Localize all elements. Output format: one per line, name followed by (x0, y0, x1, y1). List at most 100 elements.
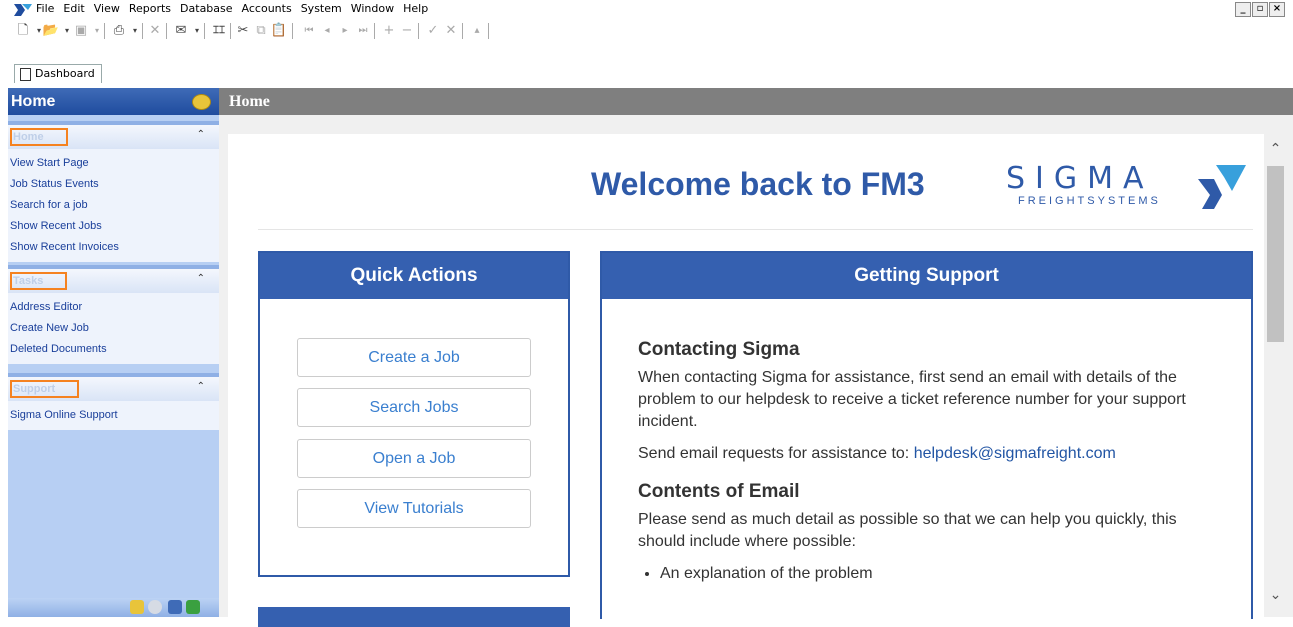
collapse-chevron-icon[interactable]: ⌃ (197, 381, 205, 392)
collapse-chevron-icon[interactable]: ⌃ (197, 129, 205, 140)
main-title: Home (229, 93, 270, 110)
restore-button[interactable]: ▫ (1252, 2, 1268, 17)
sidebar: Home ⌃ View Start Page Job Status Events… (8, 115, 219, 617)
remove-record-icon[interactable]: − (398, 23, 416, 39)
main-header: Home (219, 88, 1293, 115)
copy-icon[interactable]: ⧉ (252, 23, 270, 39)
panel-title: Quick Actions (260, 253, 568, 299)
sigma-chevron-icon (1198, 165, 1246, 209)
sidebar-section-support: Support ⌃ Sigma Online Support (8, 373, 219, 430)
first-record-icon[interactable]: ⏮ (300, 23, 318, 39)
tasks-icon[interactable] (148, 600, 162, 614)
section-title: Tasks (10, 272, 68, 290)
support-icon[interactable] (186, 600, 200, 614)
section-header[interactable]: Home ⌃ (8, 121, 219, 149)
send-email-prefix: Send email requests for assistance to: (638, 445, 914, 462)
toolbar-separator (374, 23, 375, 39)
support-content: Contacting Sigma When contacting Sigma f… (638, 339, 1218, 585)
section-header[interactable]: Support ⌃ (8, 373, 219, 401)
tab-label: Dashboard (35, 67, 95, 80)
section-body: View Start Page Job Status Events Search… (8, 149, 219, 262)
section-body: Sigma Online Support (8, 401, 219, 430)
getting-support-panel: Getting Support Contacting Sigma When co… (600, 251, 1253, 619)
sidebar-link-deleted-documents[interactable]: Deleted Documents (8, 339, 219, 360)
last-record-icon[interactable]: ⏭ (354, 23, 372, 39)
paste-icon[interactable]: 📋 (270, 23, 288, 39)
menu-database[interactable]: Database (180, 2, 233, 15)
toolbar-separator (462, 23, 463, 39)
section-body: Address Editor Create New Job Deleted Do… (8, 293, 219, 364)
menu-window[interactable]: Window (351, 2, 394, 15)
tab-dashboard[interactable]: Dashboard (14, 64, 102, 83)
search-jobs-button[interactable]: Search Jobs (297, 388, 531, 427)
start-page: Welcome back to FM3 SIGMA FREIGHTSYSTEMS… (228, 134, 1264, 627)
close-button[interactable]: × (1269, 2, 1285, 17)
sidebar-link-address-editor[interactable]: Address Editor (8, 297, 219, 318)
collapse-up-icon[interactable]: ▴ (468, 23, 486, 39)
menu-system[interactable]: System (301, 2, 342, 15)
scroll-down-icon[interactable]: ⌄ (1264, 580, 1287, 610)
list-item: An explanation of the problem (660, 563, 1218, 585)
sidebar-link-sigma-online-support[interactable]: Sigma Online Support (8, 405, 219, 426)
scroll-thumb[interactable] (1267, 166, 1284, 342)
cancel-icon[interactable]: ✕ (442, 23, 460, 39)
open-job-button[interactable]: Open a Job (297, 439, 531, 478)
second-panel-header (258, 607, 570, 627)
menu-reports[interactable]: Reports (129, 2, 171, 15)
contacting-text: When contacting Sigma for assistance, fi… (638, 369, 1186, 430)
menu-file[interactable]: File (36, 2, 54, 15)
document-icon (20, 68, 31, 81)
cut-icon[interactable]: ✂ (234, 23, 252, 39)
toolbar-separator (142, 23, 143, 39)
brand-name: SIGMA (1006, 161, 1154, 196)
sidebar-section-tasks: Tasks ⌃ Address Editor Create New Job De… (8, 265, 219, 364)
contents-list: An explanation of the problem (638, 563, 1218, 585)
delete-icon[interactable]: ✕ (146, 23, 164, 39)
toolbar-separator (204, 23, 205, 39)
contents-text: Please send as much detail as possible s… (638, 511, 1177, 550)
menu-help[interactable]: Help (403, 2, 428, 15)
previous-record-icon[interactable]: ◂ (318, 23, 336, 39)
menu-edit[interactable]: Edit (63, 2, 84, 15)
sidebar-link-recent-invoices[interactable]: Show Recent Invoices (8, 237, 219, 258)
reports-icon[interactable] (168, 600, 182, 614)
home-refresh-icon[interactable] (192, 94, 211, 110)
send-email-line: Send email requests for assistance to: h… (638, 443, 1218, 465)
quick-actions-panel: Quick Actions Create a Job Search Jobs O… (258, 251, 570, 577)
toolbar-separator (488, 23, 489, 39)
toolbar-separator (292, 23, 293, 39)
toolbar-separator (418, 23, 419, 39)
document-tabs: Dashboard (0, 42, 1293, 86)
section-header[interactable]: Tasks ⌃ (8, 265, 219, 293)
sidebar-link-search-job[interactable]: Search for a job (8, 195, 219, 216)
vertical-scrollbar[interactable]: ⌃ ⌄ (1264, 134, 1287, 617)
minimize-button[interactable]: _ (1235, 2, 1251, 17)
view-tutorials-button[interactable]: View Tutorials (297, 489, 531, 528)
next-record-icon[interactable]: ▸ (336, 23, 354, 39)
sidebar-footer (8, 598, 219, 617)
sidebar-link-view-start-page[interactable]: View Start Page (8, 153, 219, 174)
confirm-icon[interactable]: ✓ (424, 23, 442, 39)
brand-tagline: FREIGHTSYSTEMS (1018, 195, 1161, 207)
helpdesk-email-link[interactable]: helpdesk@sigmafreight.com (914, 445, 1116, 462)
contents-heading: Contents of Email (638, 481, 800, 502)
scroll-up-icon[interactable]: ⌃ (1264, 134, 1287, 164)
panel-title: Getting Support (602, 253, 1251, 299)
create-job-button[interactable]: Create a Job (297, 338, 531, 377)
sidebar-link-recent-jobs[interactable]: Show Recent Jobs (8, 216, 219, 237)
home-icon[interactable] (130, 600, 144, 614)
sigma-logo: SIGMA FREIGHTSYSTEMS (1006, 161, 1246, 211)
add-record-icon[interactable]: + (380, 23, 398, 39)
toolbar-separator (104, 23, 105, 39)
toolbar-separator (230, 23, 231, 39)
menu-view[interactable]: View (94, 2, 120, 15)
contacting-heading: Contacting Sigma (638, 339, 800, 360)
toolbar-separator (166, 23, 167, 39)
barcode-icon[interactable]: ⌶⌶ (210, 23, 228, 39)
menu-accounts[interactable]: Accounts (242, 2, 292, 15)
section-title: Home (10, 128, 68, 146)
sidebar-link-job-status-events[interactable]: Job Status Events (8, 174, 219, 195)
toolbar: 🗋 ▾ 📂 ▾ ▣ ▾ ⎙ ▾ ✕ ✉ ▾ ⌶⌶ ✂ ⧉ 📋 ⏮ ◂ ▸ ⏭ +… (0, 20, 600, 42)
collapse-chevron-icon[interactable]: ⌃ (197, 273, 205, 284)
sidebar-link-create-new-job[interactable]: Create New Job (8, 318, 219, 339)
